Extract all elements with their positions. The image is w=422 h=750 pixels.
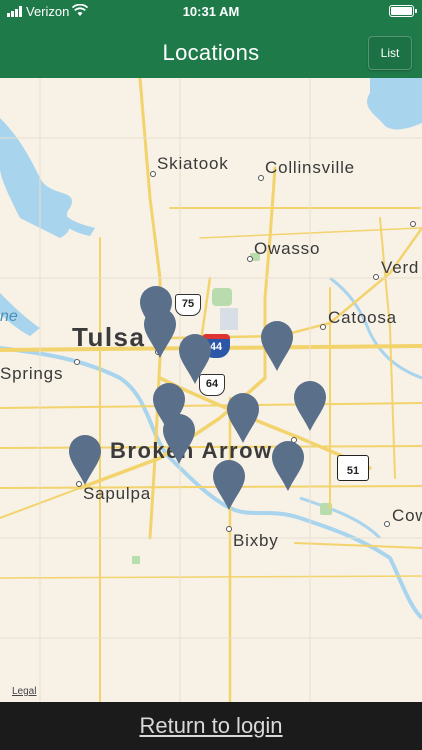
location-pin-icon[interactable] xyxy=(144,308,176,360)
label-owasso: Owasso xyxy=(254,239,321,258)
locations-screen: Verizon 10:31 AM Locations List Skiatook… xyxy=(0,0,422,750)
location-pin-icon[interactable] xyxy=(227,393,259,445)
location-pin-icon[interactable] xyxy=(261,321,293,373)
us75-shield-icon: 75 xyxy=(175,294,201,316)
label-bixby: Bixby xyxy=(233,531,279,550)
label-sand-springs: Springs xyxy=(0,364,64,383)
label-coweta: Cow xyxy=(392,506,422,525)
location-pin-icon[interactable] xyxy=(213,460,245,512)
battery-icon xyxy=(389,5,417,17)
return-to-login-link[interactable]: Return to login xyxy=(0,713,422,739)
park-a xyxy=(212,288,232,306)
label-collinsville: Collinsville xyxy=(265,158,355,177)
footer-bar: Return to login xyxy=(0,702,422,750)
app-header: Verizon 10:31 AM Locations List xyxy=(0,0,422,78)
location-pin-icon[interactable] xyxy=(179,334,211,386)
legal-link[interactable]: Legal xyxy=(12,686,36,697)
airport xyxy=(220,308,238,330)
verdigris-river xyxy=(329,276,422,380)
status-bar: Verizon 10:31 AM xyxy=(0,0,422,24)
lake-oologah xyxy=(367,78,422,130)
park-d xyxy=(132,556,140,564)
label-sapulpa: Sapulpa xyxy=(83,484,151,503)
location-pin-icon[interactable] xyxy=(163,414,195,466)
label-lake: ne xyxy=(0,308,18,325)
label-catoosa: Catoosa xyxy=(328,308,397,327)
page-title: Locations xyxy=(162,40,260,65)
label-tulsa: Tulsa xyxy=(72,322,146,352)
locations-map[interactable]: Skiatook Collinsville Owasso Verd Catoos… xyxy=(0,78,422,702)
location-pin-icon[interactable] xyxy=(69,435,101,487)
ok51-shield-icon: 51 xyxy=(337,455,369,481)
status-time: 10:31 AM xyxy=(182,4,240,19)
label-verdigris: Verd xyxy=(381,258,420,277)
label-skiatook: Skiatook xyxy=(157,154,229,173)
location-pin-icon[interactable] xyxy=(294,381,326,433)
location-pin-icon[interactable] xyxy=(272,441,304,493)
list-view-button[interactable]: List xyxy=(368,36,412,70)
